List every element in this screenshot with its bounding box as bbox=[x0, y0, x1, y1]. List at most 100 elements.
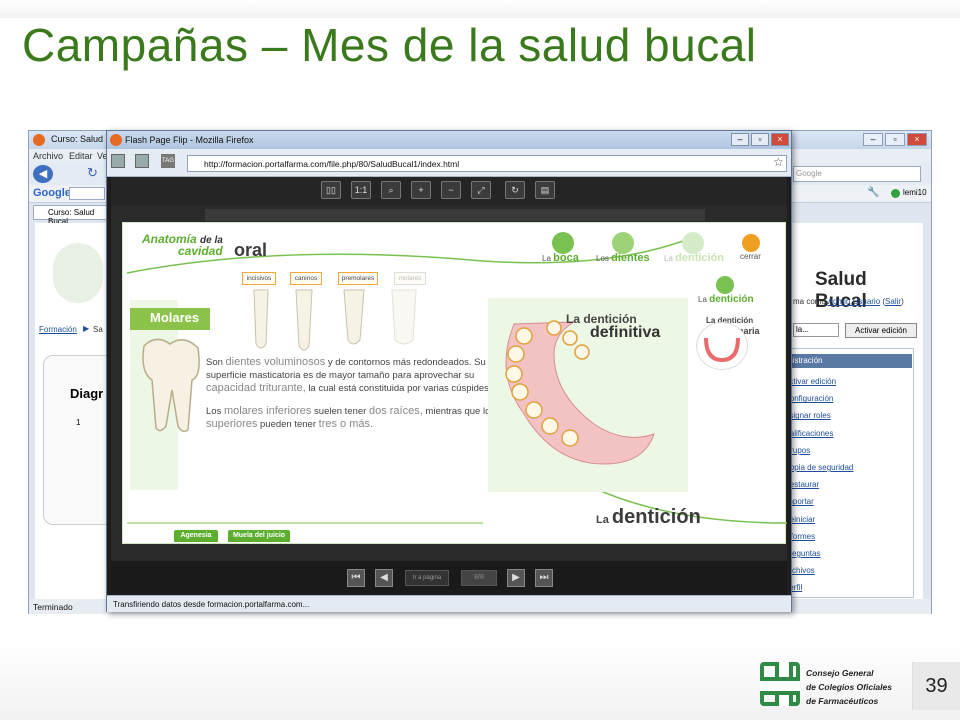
logout-link[interactable]: Salir bbox=[885, 297, 901, 306]
online-status-icon bbox=[891, 189, 900, 198]
nav-la-denticion[interactable]: La dentición bbox=[664, 252, 724, 264]
side-2: dentición bbox=[709, 294, 754, 305]
pharmacy-cross-icon bbox=[760, 662, 800, 706]
tag-icon[interactable]: TAG bbox=[161, 154, 175, 168]
close-icon[interactable]: × bbox=[907, 133, 927, 146]
p2-e: mientras que los bbox=[425, 406, 496, 417]
user-line-prefix: ma como bbox=[793, 297, 826, 306]
molares-title: Molares bbox=[130, 308, 210, 330]
google-search-input[interactable]: Google bbox=[793, 166, 921, 182]
footer-1: La bbox=[596, 514, 609, 526]
p2-a: Los bbox=[206, 406, 222, 417]
la-denticion-footer: La dentición bbox=[596, 506, 701, 529]
nav-la-boca-2: boca bbox=[553, 252, 579, 264]
google-toolbar-input[interactable] bbox=[69, 187, 105, 200]
nav-la-denticion-2: dentición bbox=[675, 252, 725, 264]
firefox-icon bbox=[110, 134, 122, 146]
user-line: ma como Admin Usuario (Salir) bbox=[793, 297, 904, 306]
bookmark-star-icon[interactable]: ☆ bbox=[773, 155, 784, 169]
paragraph-1: Son dientes voluminosos y de contornos m… bbox=[206, 356, 496, 395]
p1-b: dientes voluminosos bbox=[225, 356, 326, 368]
minimize-icon[interactable]: – bbox=[731, 133, 749, 146]
next-page-icon[interactable]: ▶ bbox=[507, 569, 525, 587]
nav-la-denticion-1: La bbox=[664, 254, 673, 263]
cerrar-button[interactable]: cerrar bbox=[740, 252, 761, 261]
maximize-icon[interactable]: ▫ bbox=[751, 133, 769, 146]
minimize-icon[interactable]: – bbox=[863, 133, 883, 146]
goto-page-input[interactable]: Ir a página bbox=[405, 570, 449, 586]
tab-incisivos[interactable]: incisivos bbox=[242, 272, 276, 285]
menu-editar[interactable]: Editar bbox=[69, 151, 93, 161]
slide-title: Campañas – Mes de la salud bucal bbox=[22, 19, 757, 71]
p2-h: tres o más. bbox=[318, 418, 374, 430]
zoom-out-icon[interactable]: − bbox=[441, 181, 461, 199]
p1-d: capacidad triturante, bbox=[206, 382, 306, 394]
slide-top-band bbox=[0, 0, 960, 18]
print-icon[interactable]: ▤ bbox=[535, 181, 555, 199]
firefox-icon bbox=[33, 134, 45, 146]
cofm-line2: de Colegios Oficiales bbox=[806, 682, 892, 692]
page-behind bbox=[205, 209, 705, 221]
last-page-icon[interactable]: ⏭ bbox=[535, 569, 553, 587]
nav-square-icon[interactable] bbox=[111, 154, 125, 168]
close-circle-icon[interactable] bbox=[742, 234, 760, 252]
formacion-logo bbox=[53, 243, 103, 303]
course-title: Salud Bucal bbox=[815, 269, 867, 312]
prev-page-icon[interactable]: ◀ bbox=[375, 569, 393, 587]
nav-los-dientes-2: dientes bbox=[611, 252, 650, 264]
page-icon[interactable] bbox=[135, 154, 149, 168]
maximize-icon[interactable]: ▫ bbox=[885, 133, 905, 146]
cofm-line3: de Farmacéuticos bbox=[806, 696, 879, 706]
wrench-icon[interactable]: 🔧 bbox=[867, 187, 879, 198]
tab-agenesia[interactable]: Agenesia bbox=[174, 530, 218, 542]
flash-window-title: Flash Page Flip - Mozilla Firefox bbox=[125, 135, 254, 145]
fullscreen-icon[interactable]: ⤢ bbox=[471, 181, 491, 199]
close-icon[interactable]: × bbox=[771, 133, 789, 146]
menu-archivo[interactable]: Archivo bbox=[33, 151, 63, 161]
reload-icon[interactable]: ↻ bbox=[87, 165, 98, 181]
cavidad-label: cavidad bbox=[178, 244, 223, 258]
denticion-icon[interactable] bbox=[682, 232, 704, 254]
molares-description: Son dientes voluminosos y de contornos m… bbox=[206, 356, 496, 431]
nav-la-boca[interactable]: La boca bbox=[542, 252, 579, 264]
list-num: 1 bbox=[76, 418, 81, 427]
tab-molares[interactable]: molares bbox=[394, 272, 426, 285]
flipbook-navigation: ⏮ ◀ Ir a página 8/8 ▶ ⏭ bbox=[111, 561, 787, 595]
activate-edit-button[interactable]: Activar edición bbox=[845, 323, 917, 338]
course-dropdown[interactable]: la... bbox=[793, 323, 839, 337]
dientes-icon[interactable] bbox=[612, 232, 634, 254]
cofm-line1: Consejo General bbox=[806, 668, 874, 678]
primary-arch-illustration bbox=[704, 337, 740, 363]
breadcrumb-formacion[interactable]: Formación bbox=[39, 325, 77, 334]
breadcrumb-next[interactable]: Sa bbox=[93, 325, 103, 334]
back-icon[interactable]: ◀ bbox=[33, 165, 53, 183]
p1-e: la cual está constituida por varias cúsp… bbox=[308, 383, 492, 394]
zoom-in-icon[interactable]: + bbox=[411, 181, 431, 199]
address-bar-area: TAG http://formacion.portalfarma.com/fil… bbox=[107, 149, 791, 177]
tab-caninos[interactable]: caninos bbox=[290, 272, 322, 285]
thumbnails-icon[interactable]: ▯▯ bbox=[321, 181, 341, 199]
actual-size-button[interactable]: 1:1 bbox=[351, 181, 371, 199]
p2-f: superiores bbox=[206, 418, 258, 430]
nav-los-dientes[interactable]: Los dientes bbox=[596, 252, 650, 264]
bg-tab[interactable]: Curso: Salud Bucal bbox=[33, 205, 113, 226]
first-page-icon[interactable]: ⏮ bbox=[347, 569, 365, 587]
side-denticion-icon[interactable] bbox=[716, 276, 734, 294]
user-link[interactable]: Admin Usuario bbox=[828, 297, 880, 306]
side-dentition-panel bbox=[696, 272, 772, 492]
search-icon[interactable]: ⌕ bbox=[381, 181, 401, 199]
p2-b: molares inferiores bbox=[223, 405, 312, 417]
boca-icon[interactable] bbox=[552, 232, 574, 254]
tab-premolares[interactable]: premolares bbox=[338, 272, 378, 285]
url-input[interactable]: http://formacion.portalfarma.com/file.ph… bbox=[187, 155, 787, 172]
user-label[interactable]: lemi10 bbox=[903, 188, 927, 197]
molar-tooth-illustration bbox=[142, 338, 200, 433]
flash-titlebar: Flash Page Flip - Mozilla Firefox – ▫ × bbox=[107, 131, 791, 149]
tab-muela-del-juicio[interactable]: Muela del juicio bbox=[228, 530, 290, 542]
page-counter: 8/8 bbox=[461, 570, 497, 586]
flipbook-toolbar: ▯▯ 1:1 ⌕ + − ⤢ ↻ ▤ bbox=[111, 177, 787, 205]
autoflip-icon[interactable]: ↻ bbox=[505, 181, 525, 199]
nav-la-boca-1: La bbox=[542, 254, 551, 263]
cgcof-logo: Consejo General de Colegios Oficiales de… bbox=[760, 662, 910, 710]
paragraph-2: Los molares inferiores suelen tener dos … bbox=[206, 405, 496, 431]
